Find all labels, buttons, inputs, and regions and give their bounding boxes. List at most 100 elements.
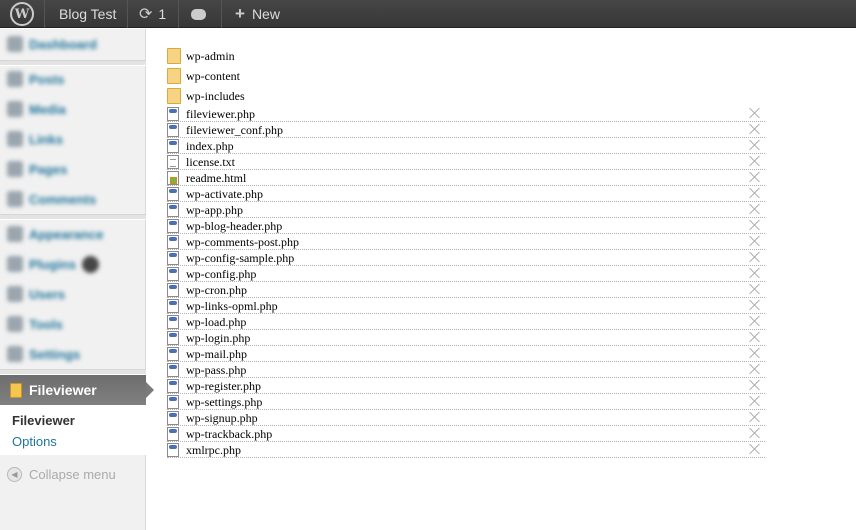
delete-file-icon[interactable] [749, 267, 761, 279]
file-name-link[interactable]: wp-links-opml.php [186, 298, 278, 314]
comments-link[interactable] [191, 0, 206, 28]
sidebar-item-tools[interactable]: Tools [0, 309, 146, 339]
file-row[interactable]: wp-load.php [167, 314, 765, 330]
file-name-link[interactable]: license.txt [186, 154, 235, 170]
file-row[interactable]: wp-login.php [167, 330, 765, 346]
file-name-link[interactable]: wp-mail.php [186, 346, 247, 362]
delete-file-icon[interactable] [749, 219, 761, 231]
file-row[interactable]: index.php [167, 138, 765, 154]
folder-name[interactable]: wp-includes [186, 89, 245, 104]
sidebar-item-pages[interactable]: Pages [0, 154, 146, 184]
delete-file-icon[interactable] [749, 347, 761, 359]
sidebar-item-appearance[interactable]: Appearance [0, 219, 146, 249]
sidebar-item-posts[interactable]: Posts [0, 64, 146, 94]
delete-file-icon[interactable] [749, 107, 761, 119]
updates-link[interactable]: ⟳ 1 [139, 0, 166, 28]
delete-file-icon[interactable] [749, 123, 761, 135]
admin-bar-divider [44, 0, 45, 28]
delete-file-icon[interactable] [749, 171, 761, 183]
sidebar-item-users[interactable]: Users [0, 279, 146, 309]
file-name-link[interactable]: wp-pass.php [186, 362, 246, 378]
file-name-link[interactable]: wp-signup.php [186, 410, 258, 426]
file-name-link[interactable]: wp-app.php [186, 202, 243, 218]
collapse-menu-button[interactable]: ◀ Collapse menu [0, 462, 146, 486]
site-name-link[interactable]: Blog Test [59, 0, 116, 28]
delete-file-icon[interactable] [749, 299, 761, 311]
file-row[interactable]: wp-config.php [167, 266, 765, 282]
file-row[interactable]: wp-settings.php [167, 394, 765, 410]
folder-icon [167, 48, 181, 64]
folder-name[interactable]: wp-admin [186, 49, 235, 64]
file-row[interactable]: wp-config-sample.php [167, 250, 765, 266]
file-row[interactable]: readme.html [167, 170, 765, 186]
delete-file-icon[interactable] [749, 427, 761, 439]
file-row[interactable]: wp-pass.php [167, 362, 765, 378]
file-name-link[interactable]: index.php [186, 138, 234, 154]
submenu-item-options[interactable]: Options [12, 434, 57, 449]
file-name-link[interactable]: fileviewer.php [186, 106, 255, 122]
delete-file-icon[interactable] [749, 443, 761, 455]
file-name-link[interactable]: wp-config-sample.php [186, 250, 294, 266]
sidebar-item-settings[interactable]: Settings [0, 339, 146, 369]
delete-file-icon[interactable] [749, 379, 761, 391]
new-content-link[interactable]: + New [235, 0, 280, 28]
wordpress-logo-icon[interactable]: W [10, 2, 34, 26]
sidebar-item-plugins[interactable]: Plugins [0, 249, 146, 279]
file-name-link[interactable]: wp-activate.php [186, 186, 263, 202]
delete-file-icon[interactable] [749, 155, 761, 167]
file-row[interactable]: fileviewer.php [167, 106, 765, 122]
folder-row[interactable]: wp-admin [167, 46, 427, 66]
file-name-link[interactable]: wp-comments-post.php [186, 234, 299, 250]
file-row[interactable]: wp-comments-post.php [167, 234, 765, 250]
delete-file-icon[interactable] [749, 331, 761, 343]
delete-file-icon[interactable] [749, 251, 761, 263]
file-row[interactable]: license.txt [167, 154, 765, 170]
folder-row[interactable]: wp-content [167, 66, 427, 86]
sidebar-item-media[interactable]: Media [0, 94, 146, 124]
file-name-link[interactable]: wp-trackback.php [186, 426, 272, 442]
folder-name[interactable]: wp-content [186, 69, 240, 84]
delete-file-icon[interactable] [749, 315, 761, 327]
file-row[interactable]: wp-trackback.php [167, 426, 765, 442]
submenu-item-fileviewer[interactable]: Fileviewer [12, 413, 75, 428]
file-name-link[interactable]: wp-settings.php [186, 394, 262, 410]
file-row[interactable]: wp-cron.php [167, 282, 765, 298]
file-row[interactable]: wp-mail.php [167, 346, 765, 362]
file-row[interactable]: wp-activate.php [167, 186, 765, 202]
delete-file-icon[interactable] [749, 203, 761, 215]
php-file-icon [167, 107, 179, 121]
tools-icon [7, 316, 23, 332]
file-name-link[interactable]: xmlrpc.php [186, 442, 241, 458]
file-row[interactable]: wp-register.php [167, 378, 765, 394]
file-row[interactable]: wp-blog-header.php [167, 218, 765, 234]
php-file-icon [167, 299, 179, 313]
file-name-link[interactable]: wp-cron.php [186, 282, 247, 298]
sidebar-item-fileviewer[interactable]: Fileviewer [0, 375, 154, 405]
file-row[interactable]: wp-links-opml.php [167, 298, 765, 314]
settings-icon [7, 346, 23, 362]
sidebar-item-comments[interactable]: Comments [0, 184, 146, 214]
file-row[interactable]: wp-app.php [167, 202, 765, 218]
file-name-link[interactable]: readme.html [186, 170, 246, 186]
file-name-link[interactable]: wp-config.php [186, 266, 256, 282]
delete-file-icon[interactable] [749, 395, 761, 407]
file-name-link[interactable]: wp-login.php [186, 330, 250, 346]
delete-file-icon[interactable] [749, 363, 761, 375]
file-row[interactable]: fileviewer_conf.php [167, 122, 765, 138]
file-name-link[interactable]: wp-load.php [186, 314, 246, 330]
file-name-link[interactable]: wp-register.php [186, 378, 261, 394]
delete-file-icon[interactable] [749, 139, 761, 151]
file-name-link[interactable]: wp-blog-header.php [186, 218, 282, 234]
folder-row[interactable]: wp-includes [167, 86, 427, 106]
file-row[interactable]: xmlrpc.php [167, 442, 765, 458]
sidebar-item-links[interactable]: Links [0, 124, 146, 154]
refresh-icon: ⟳ [139, 6, 153, 23]
delete-file-icon[interactable] [749, 235, 761, 247]
delete-file-icon[interactable] [749, 187, 761, 199]
delete-file-icon[interactable] [749, 411, 761, 423]
file-row[interactable]: wp-signup.php [167, 410, 765, 426]
delete-file-icon[interactable] [749, 283, 761, 295]
php-file-icon [167, 395, 179, 409]
file-name-link[interactable]: fileviewer_conf.php [186, 122, 283, 138]
sidebar-item-dashboard[interactable]: Dashboard [0, 29, 146, 59]
